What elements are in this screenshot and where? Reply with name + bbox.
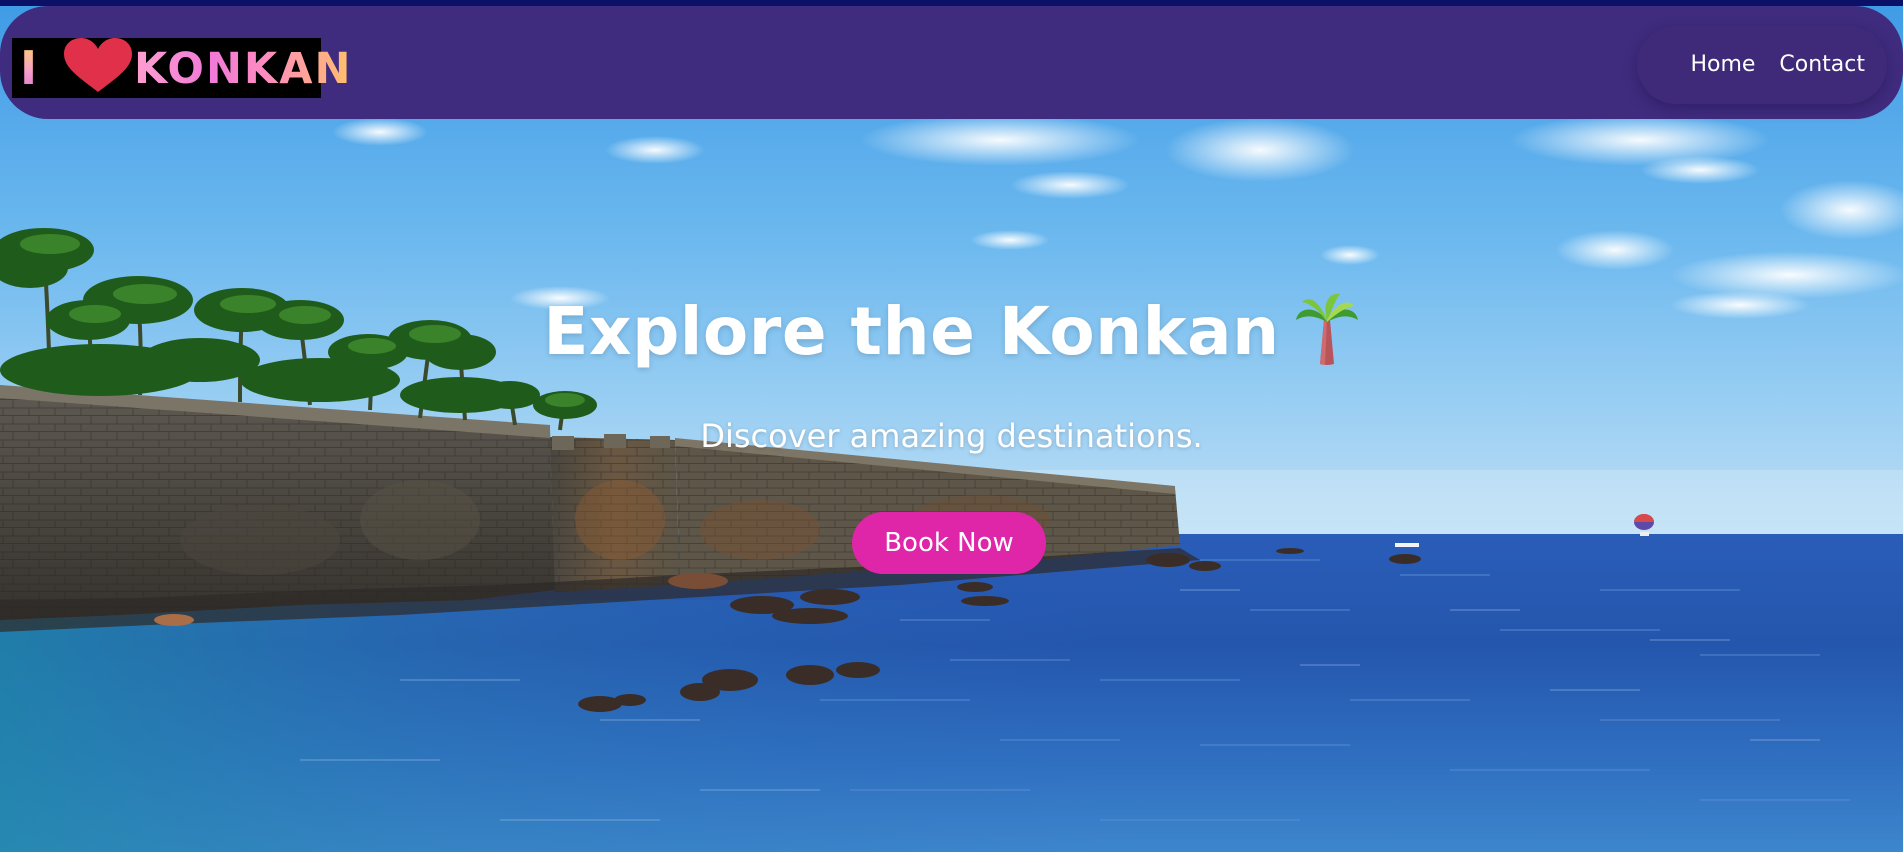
page: I KONKAN Home Contact Explore the Konkan…	[0, 0, 1903, 852]
site-logo[interactable]: I KONKAN	[12, 38, 351, 98]
hero-subtitle: Discover amazing destinations.	[700, 417, 1203, 455]
hero-title-container: Explore the Konkan	[0, 290, 1903, 372]
navbar: I KONKAN Home Contact	[0, 6, 1903, 119]
nav-link-home[interactable]: Home	[1690, 50, 1755, 80]
hero-title: Explore the Konkan	[543, 293, 1280, 370]
book-now-button[interactable]: Book Now	[852, 512, 1046, 574]
nav-link-contact[interactable]: Contact	[1779, 50, 1865, 80]
logo-prefix: I	[20, 41, 38, 95]
nav-links: Home Contact	[1690, 50, 1865, 80]
palm-tree-icon	[1295, 293, 1358, 365]
logo-word: KONKAN	[134, 44, 353, 94]
heart-icon	[64, 38, 132, 92]
